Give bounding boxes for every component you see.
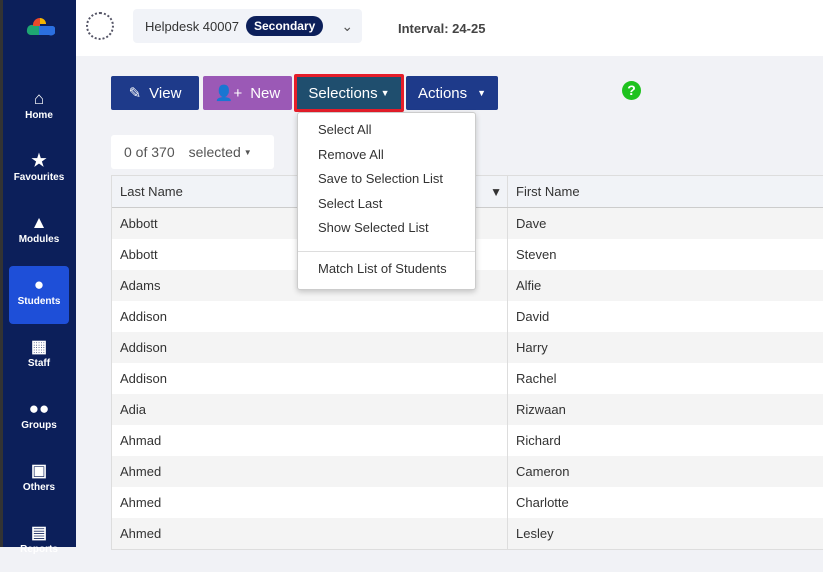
sidebar-item-others[interactable]: ▣ Others: [9, 452, 69, 510]
sidebar-item-favourites[interactable]: ★ Favourites: [9, 142, 69, 200]
table-row[interactable]: Ahmad Richard: [112, 425, 823, 456]
new-button[interactable]: 👤+ New: [203, 76, 292, 110]
cell-last-name: Ahmed: [112, 487, 508, 518]
filter-icon[interactable]: ▼: [490, 185, 502, 199]
sidebar-item-label: Others: [22, 482, 56, 493]
new-label: New: [250, 84, 281, 102]
interval-label: Interval: 24-25: [398, 21, 486, 36]
cell-last-name: Addison: [112, 332, 508, 363]
menu-item[interactable]: Select Last: [298, 192, 475, 217]
app-logo[interactable]: [25, 16, 55, 36]
cell-last-name: Addison: [112, 363, 508, 394]
user-plus-icon: 👤+: [214, 85, 243, 102]
menu-divider: [298, 250, 475, 252]
table-row[interactable]: Ahmed Cameron: [112, 456, 823, 487]
sidebar-item-home[interactable]: ⌂ Home: [9, 80, 69, 138]
table-row[interactable]: Ahmed Charlotte: [112, 487, 823, 518]
table-row[interactable]: Addison Harry: [112, 332, 823, 363]
cell-first-name: Charlotte: [516, 495, 569, 510]
star-icon: ★: [31, 151, 47, 170]
sidebar-item-label: Modules: [18, 234, 60, 245]
cell-first-name: Rizwaan: [516, 402, 566, 417]
cell-last-name: Adia: [112, 394, 508, 425]
actions-label: Actions: [417, 84, 468, 102]
column-header-first-name[interactable]: First Name: [508, 184, 580, 199]
school-name: Helpdesk 40007: [145, 18, 239, 34]
cell-first-name: Dave: [516, 216, 547, 231]
sidebar-item-label: Favourites: [13, 172, 65, 183]
file-icon: ▤: [30, 523, 48, 542]
caret-down-icon: ▼: [380, 88, 390, 98]
cell-last-name: Ahmed: [112, 456, 508, 487]
sidebar-item-label: Groups: [21, 420, 57, 431]
users-icon: ●●: [28, 399, 50, 418]
table-row[interactable]: Addison Rachel: [112, 363, 823, 394]
sidebar-item-modules[interactable]: ▲ Modules: [9, 204, 69, 262]
shapes-icon: ▲: [30, 213, 48, 232]
cell-first-name: Rachel: [516, 371, 557, 386]
sidebar-item-students[interactable]: ● Students: [9, 266, 69, 324]
header-label: Last Name: [120, 184, 183, 199]
table-row[interactable]: Addison David: [112, 301, 823, 332]
caret-down-icon: ▼: [243, 147, 252, 157]
cell-last-name: Ahmad: [112, 425, 508, 456]
menu-item[interactable]: Show Selected List: [298, 216, 475, 241]
presentation-icon: ▣: [30, 461, 48, 480]
top-bar: Helpdesk 40007 Secondary ⌄ Interval: 24-…: [76, 0, 823, 56]
cell-last-name: Ahmed: [112, 518, 508, 549]
cell-first-name: Richard: [516, 433, 561, 448]
sidebar: ⌂ Home ★ Favourites ▲ Modules ● Students ▦ Staff ●…: [0, 0, 76, 555]
cell-last-name: Addison: [112, 301, 508, 332]
selected-label: selected: [188, 144, 241, 160]
user-icon: ●: [33, 275, 45, 294]
menu-item[interactable]: Remove All: [298, 143, 475, 168]
sidebar-item-staff[interactable]: ▦ Staff: [9, 328, 69, 386]
view-button[interactable]: ✎ View: [111, 76, 199, 110]
cell-first-name: Harry: [516, 340, 548, 355]
sidebar-item-groups[interactable]: ●● Groups: [9, 390, 69, 448]
selections-label: Selections: [308, 84, 378, 102]
cell-first-name: Alfie: [516, 278, 542, 293]
sidebar-item-label: Home: [25, 110, 53, 121]
selections-dropdown-menu: Select All Remove All Save to Selection Li…: [297, 112, 476, 290]
menu-item-match-list[interactable]: Match List of Students: [298, 257, 475, 282]
actions-button[interactable]: Actions ▼: [406, 76, 498, 110]
selections-button[interactable]: Selections ▼: [294, 74, 404, 112]
cell-first-name: David: [516, 309, 550, 324]
caret-down-icon: ▼: [477, 88, 487, 98]
staff-board-icon: ▦: [30, 337, 48, 356]
edit-icon: ✎: [128, 85, 142, 102]
sidebar-item-reports[interactable]: ▤ Reports: [9, 514, 69, 572]
phase-badge: Secondary: [245, 16, 324, 36]
menu-item[interactable]: Save to Selection List: [298, 167, 475, 192]
home-icon: ⌂: [33, 89, 45, 108]
cell-first-name: Lesley: [516, 526, 554, 541]
menu-item[interactable]: Select All: [298, 118, 475, 143]
selection-count[interactable]: 0 of 370 selected ▼: [111, 135, 274, 169]
view-label: View: [149, 84, 182, 102]
table-row[interactable]: Ahmed Lesley: [112, 518, 823, 549]
school-crest: [86, 12, 114, 40]
count-text: 0 of 370: [124, 144, 175, 160]
sidebar-item-label: Reports: [20, 544, 58, 555]
help-icon[interactable]: ?: [622, 81, 641, 100]
chevron-down-icon: ⌄: [341, 17, 354, 34]
table-row[interactable]: Adia Rizwaan: [112, 394, 823, 425]
sidebar-item-label: Students: [17, 296, 61, 307]
sidebar-item-label: Staff: [27, 358, 51, 369]
school-selector[interactable]: Helpdesk 40007 Secondary ⌄: [133, 9, 362, 43]
cell-first-name: Steven: [516, 247, 557, 262]
cell-first-name: Cameron: [516, 464, 570, 479]
